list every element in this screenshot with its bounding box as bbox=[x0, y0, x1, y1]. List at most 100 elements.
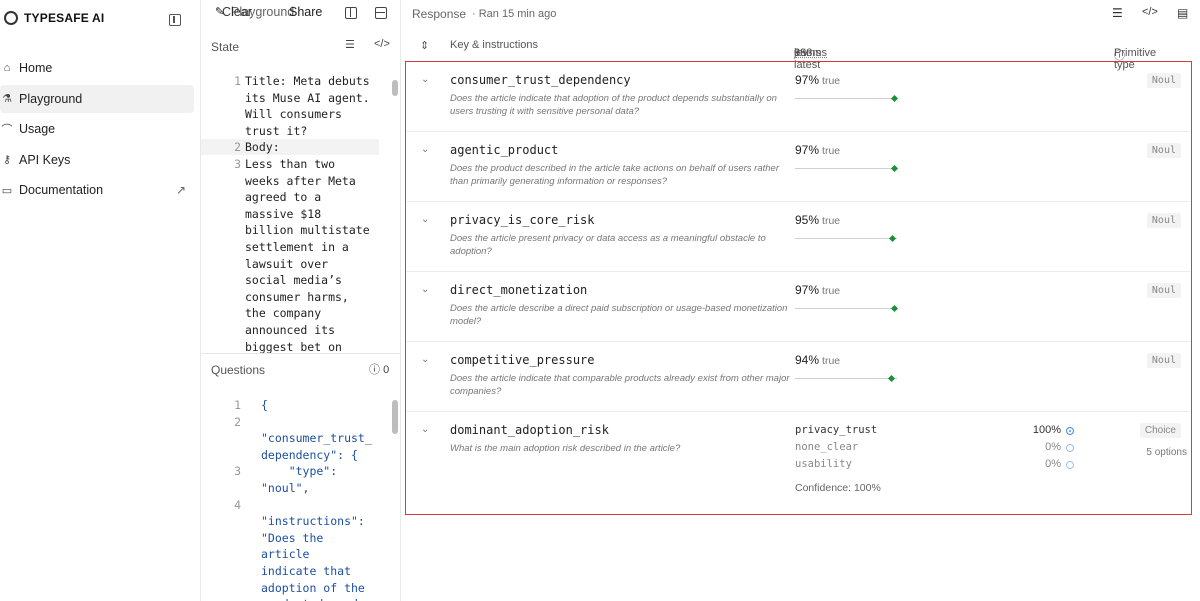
chevron-down-icon[interactable]: ⌄ bbox=[421, 354, 429, 365]
chevron-down-icon[interactable]: ⌄ bbox=[421, 144, 429, 155]
choice-option-name: privacy_trust bbox=[795, 424, 878, 436]
sidebar-item-home[interactable]: ⌂ Home bbox=[0, 54, 194, 82]
error-count: 0 bbox=[383, 364, 390, 376]
results-list: ⌄ consumer_trust_dependency Does the art… bbox=[405, 61, 1192, 515]
primitive-type-badge: Noul bbox=[1146, 213, 1181, 228]
code-line: biggest bet on bbox=[245, 339, 342, 353]
choice-radio[interactable] bbox=[1066, 461, 1074, 469]
error-count-icon: ⓘ 0 bbox=[369, 364, 390, 376]
line-number: 3 bbox=[234, 464, 241, 479]
result-value: true bbox=[822, 285, 841, 297]
confidence-pct: 97% bbox=[795, 73, 820, 87]
primitive-type-badge: Noul bbox=[1146, 353, 1181, 368]
confidence-marker bbox=[890, 164, 898, 173]
confidence-marker bbox=[888, 234, 896, 243]
choice-option-count: 5 options bbox=[1146, 447, 1187, 458]
result-value: true bbox=[822, 355, 841, 367]
questions-title: Questions bbox=[211, 363, 266, 377]
results-header: ⇕ Key & instructions jev-latest 98ms + 6… bbox=[402, 31, 1200, 71]
sidebar-item-documentation[interactable]: ▭ Documentation ↗ bbox=[0, 176, 194, 204]
line-number: 4 bbox=[234, 497, 241, 512]
questions-scroll-thumb[interactable] bbox=[392, 400, 398, 434]
format-lines-icon[interactable]: ☰ bbox=[1112, 6, 1123, 20]
playground-tab[interactable]: Playground bbox=[231, 5, 294, 19]
chevron-down-icon[interactable]: ⌄ bbox=[421, 424, 429, 435]
result-row[interactable]: ⌄ agentic_product Does the product descr… bbox=[406, 132, 1190, 202]
result-instructions: What is the main adoption risk described… bbox=[450, 443, 681, 454]
choice-option-pct: 0% bbox=[1045, 441, 1061, 453]
result-confidence: 94% true bbox=[795, 353, 840, 367]
result-row-choice[interactable]: ⌄ dominant_adoption_risk What is the mai… bbox=[406, 412, 1190, 512]
choice-radio[interactable] bbox=[1066, 444, 1074, 452]
result-row[interactable]: ⌄ direct_monetization Does the article d… bbox=[406, 272, 1190, 342]
sidebar-item-usage[interactable]: ⌒ Usage bbox=[0, 115, 194, 143]
sidebar-item-label: Usage bbox=[19, 122, 56, 136]
playground-toolbar: ✎ Clear Playground Share bbox=[201, 0, 401, 26]
sidebar-item-playground[interactable]: ⚗ Playground bbox=[0, 84, 194, 113]
external-link-icon: ↗ bbox=[175, 183, 186, 197]
format-lines-icon[interactable]: ☰ bbox=[345, 38, 355, 51]
code-view-icon[interactable]: </> bbox=[1142, 6, 1158, 18]
chevron-down-icon[interactable]: ⌄ bbox=[421, 74, 429, 85]
split-columns-icon[interactable] bbox=[345, 7, 357, 19]
primitive-type-badge: Noul bbox=[1146, 283, 1181, 298]
choice-option-name: none_clear bbox=[795, 441, 859, 453]
split-rows-icon[interactable] bbox=[375, 7, 387, 19]
run-status: · Ran 15 min ago bbox=[472, 8, 557, 20]
result-instructions: Does the article describe a direct paid … bbox=[450, 303, 788, 327]
chevron-down-icon[interactable]: ⌄ bbox=[421, 214, 429, 225]
code-line: the company bbox=[245, 306, 322, 321]
result-row[interactable]: ⌄ competitive_pressure Does the article … bbox=[406, 342, 1190, 412]
state-scroll-thumb[interactable] bbox=[392, 80, 398, 96]
result-row[interactable]: ⌄ privacy_is_core_risk Does the article … bbox=[406, 202, 1190, 272]
panel-layout-icon[interactable]: ▤ bbox=[1177, 6, 1188, 20]
sort-icon[interactable]: ⇕ bbox=[420, 39, 429, 52]
brand[interactable]: TYPESAFE AI bbox=[4, 11, 104, 25]
state-scrollbar[interactable] bbox=[392, 76, 398, 350]
code-line: "Does the bbox=[261, 530, 324, 545]
confidence-pct: 97% bbox=[795, 283, 820, 297]
result-instructions: Does the product described in the articl… bbox=[450, 163, 779, 187]
result-key: competitive_pressure bbox=[450, 353, 595, 367]
confidence-bar bbox=[795, 164, 898, 173]
chart-icon: ⌒ bbox=[1, 124, 13, 136]
primitive-type-badge: Noul bbox=[1146, 143, 1181, 158]
col-key-instructions: Key & instructions bbox=[450, 39, 539, 51]
code-line: indicate that bbox=[261, 564, 352, 578]
line-number: 2 bbox=[234, 414, 241, 429]
code-line: lawsuit over bbox=[245, 256, 329, 271]
questions-editor[interactable]: 1 {2 "consumer_trust_ dependency": {3 "type… bbox=[201, 397, 397, 601]
key-icon: ⚷ bbox=[2, 154, 12, 166]
latency-second: 693ms bbox=[794, 47, 828, 59]
result-value: true bbox=[822, 145, 841, 157]
code-line: massive $18 bbox=[245, 206, 322, 221]
line-number: 3 bbox=[234, 157, 241, 171]
line-number: 2 bbox=[234, 140, 241, 155]
primitive-type-badge: Choice bbox=[1139, 423, 1181, 438]
code-line: its Muse AI agent. bbox=[245, 90, 370, 105]
sidebar-item-label: API Keys bbox=[19, 152, 71, 167]
confidence-bar bbox=[795, 234, 897, 243]
choice-option-name: usability bbox=[795, 458, 852, 470]
confidence-pct: 95% bbox=[795, 213, 820, 227]
code-line: dependency": { bbox=[261, 447, 358, 462]
typesafe-logo-icon bbox=[4, 11, 18, 25]
result-confidence: 95% true bbox=[795, 213, 840, 227]
code-line: Less than two bbox=[245, 157, 336, 171]
questions-scrollbar[interactable] bbox=[392, 392, 398, 601]
confidence-bar bbox=[795, 94, 898, 103]
result-confidence: 97% true bbox=[795, 283, 840, 297]
book-icon: ▭ bbox=[1, 184, 13, 197]
sidebar-item-api-keys[interactable]: ⚷ API Keys bbox=[0, 146, 194, 174]
sidebar-item-label: Playground bbox=[19, 91, 83, 106]
share-button[interactable]: Share bbox=[289, 5, 322, 19]
code-view-icon[interactable]: </> bbox=[374, 38, 390, 50]
choice-radio[interactable] bbox=[1066, 427, 1074, 435]
sidebar-collapse-icon[interactable] bbox=[169, 14, 181, 26]
flask-icon: ⚗ bbox=[2, 93, 12, 105]
brand-name: TYPESAFE AI bbox=[24, 11, 105, 25]
chevron-down-icon[interactable]: ⌄ bbox=[421, 284, 429, 295]
code-line: adoption of the bbox=[261, 580, 365, 595]
result-row[interactable]: ⌄ consumer_trust_dependency Does the art… bbox=[406, 62, 1190, 132]
state-editor[interactable]: 1 Title: Meta debuts its Muse AI agent. Wil… bbox=[201, 73, 397, 353]
